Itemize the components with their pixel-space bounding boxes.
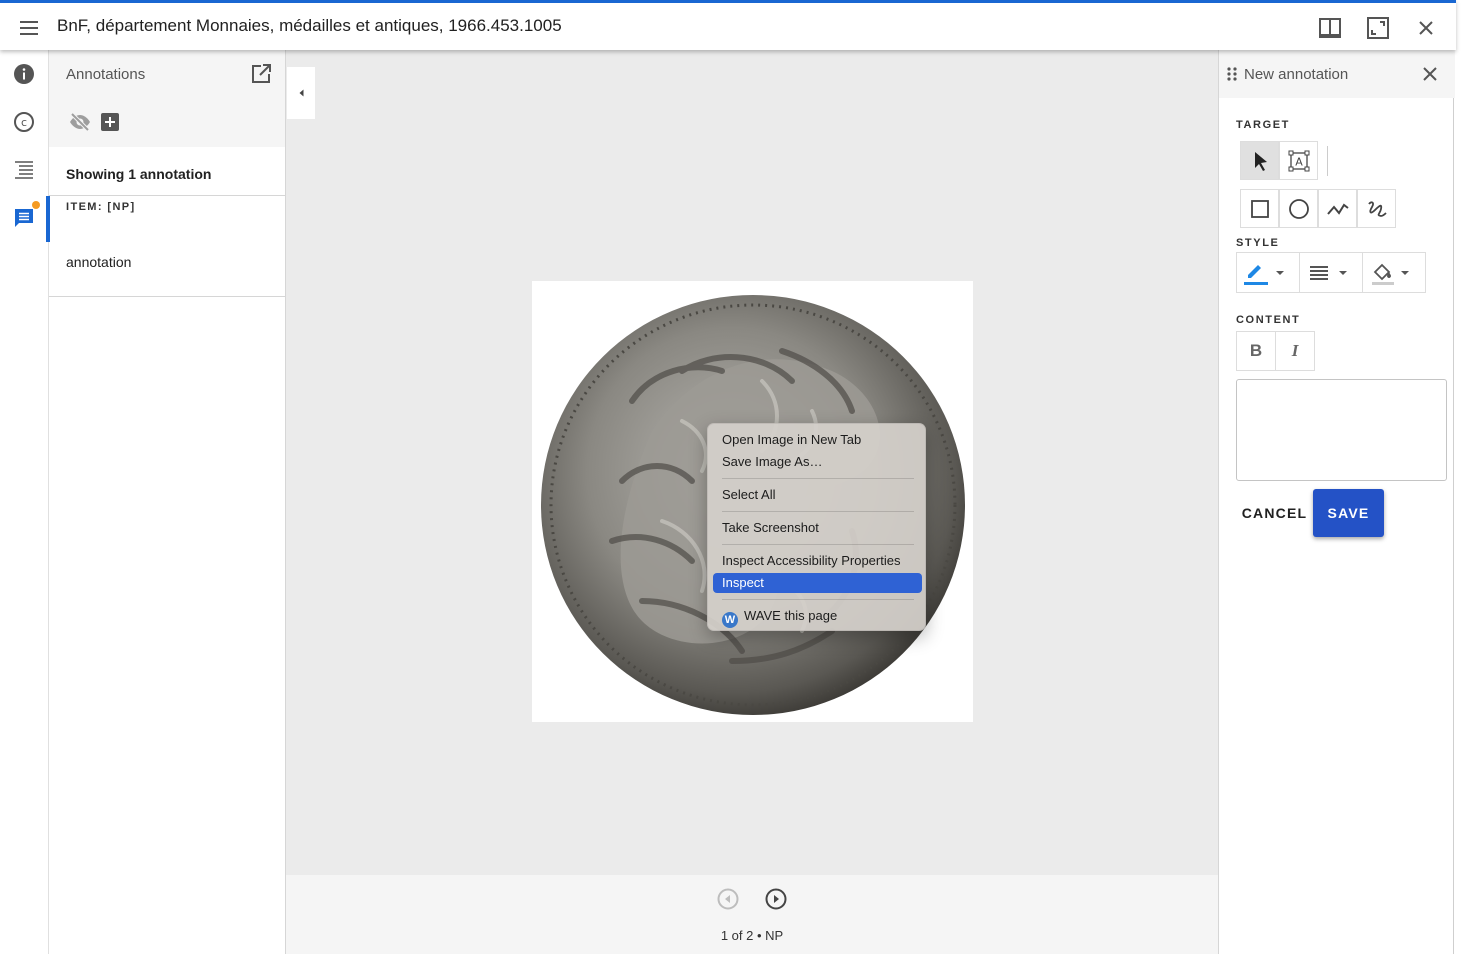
viewer-footer: 1 of 2 • NP bbox=[286, 875, 1218, 954]
new-annotation-header: New annotation bbox=[1219, 50, 1455, 98]
menu-item-open-image[interactable]: Open Image in New Tab bbox=[713, 430, 922, 450]
annotation-text: annotation bbox=[66, 254, 132, 270]
format-toolbar: B I bbox=[1236, 331, 1315, 371]
rectangle-tool-button[interactable] bbox=[1240, 189, 1279, 228]
menu-item-inspect-accessibility[interactable]: Inspect Accessibility Properties bbox=[713, 551, 922, 571]
select-tool-button[interactable] bbox=[1240, 141, 1279, 180]
svg-text:A: A bbox=[1295, 156, 1303, 169]
window-title: BnF, département Monnaies, médailles et … bbox=[57, 16, 562, 35]
wave-icon: W bbox=[722, 612, 738, 628]
divider bbox=[49, 296, 285, 297]
menu-item-save-image[interactable]: Save Image As… bbox=[713, 452, 922, 472]
drag-handle-icon[interactable] bbox=[1227, 67, 1237, 81]
next-page-icon[interactable] bbox=[764, 887, 788, 911]
list-item[interactable]: ITEM: [NP] annotation bbox=[47, 196, 285, 296]
new-annotation-panel: New annotation TARGET A STYLE CONTENT B … bbox=[1218, 50, 1455, 954]
info-icon[interactable] bbox=[12, 62, 36, 86]
rectangle-icon bbox=[1251, 200, 1269, 218]
add-annotation-icon[interactable] bbox=[101, 113, 119, 131]
previous-page-icon[interactable] bbox=[716, 887, 740, 911]
context-menu: Open Image in New Tab Save Image As… Sel… bbox=[707, 423, 926, 631]
visibility-off-icon[interactable] bbox=[68, 110, 92, 134]
menu-item-wave[interactable]: W WAVE this page bbox=[713, 606, 922, 628]
divider bbox=[1327, 146, 1328, 176]
menu-separator bbox=[722, 544, 914, 545]
new-annotation-title: New annotation bbox=[1244, 66, 1349, 83]
circle-icon bbox=[1289, 199, 1309, 219]
line-weight-button[interactable] bbox=[1300, 253, 1363, 292]
line-weight-icon bbox=[1310, 266, 1347, 280]
collapse-panel-button[interactable] bbox=[287, 67, 315, 119]
fullscreen-icon[interactable] bbox=[1364, 14, 1392, 42]
style-label: STYLE bbox=[1236, 237, 1280, 249]
target-label: TARGET bbox=[1236, 119, 1291, 131]
polyline-tool-button[interactable] bbox=[1318, 189, 1357, 228]
menu-separator bbox=[722, 511, 914, 512]
notification-badge bbox=[32, 201, 40, 209]
annotation-count: Showing 1 annotation bbox=[66, 166, 212, 182]
content-label: CONTENT bbox=[1236, 314, 1301, 326]
pen-icon bbox=[1244, 265, 1284, 285]
paint-bucket-icon bbox=[1372, 263, 1409, 285]
selected-indicator bbox=[47, 196, 50, 242]
cursor-icon bbox=[1255, 152, 1267, 171]
book-view-icon[interactable] bbox=[1316, 14, 1344, 42]
fill-color-button[interactable] bbox=[1363, 253, 1425, 292]
style-toolbar bbox=[1236, 252, 1426, 293]
annotation-content-input[interactable] bbox=[1236, 379, 1447, 481]
freehand-icon bbox=[1368, 201, 1387, 217]
index-icon[interactable] bbox=[12, 158, 36, 182]
annotations-panel: Annotations Showing 1 annotation ITEM: [… bbox=[47, 50, 286, 954]
close-icon[interactable] bbox=[1420, 64, 1440, 84]
menu-separator bbox=[722, 478, 914, 479]
annotations-icon[interactable] bbox=[12, 206, 36, 230]
svg-text:c: c bbox=[21, 116, 27, 129]
freehand-tool-button[interactable] bbox=[1357, 189, 1396, 228]
stroke-color-button[interactable] bbox=[1237, 253, 1300, 292]
ellipse-tool-button[interactable] bbox=[1279, 189, 1318, 228]
copyright-icon[interactable]: c bbox=[12, 110, 36, 134]
hamburger-icon[interactable] bbox=[17, 16, 41, 40]
open-in-new-icon[interactable] bbox=[250, 63, 272, 85]
menu-item-inspect[interactable]: Inspect bbox=[713, 573, 922, 593]
left-rail: c bbox=[0, 50, 49, 954]
text-box-icon: A bbox=[1288, 150, 1310, 172]
cancel-button[interactable]: CANCEL bbox=[1236, 500, 1313, 526]
menu-item-select-all[interactable]: Select All bbox=[713, 485, 922, 505]
text-target-button[interactable]: A bbox=[1279, 141, 1318, 180]
item-label: ITEM: [NP] bbox=[66, 201, 136, 213]
menu-item-wave-label: WAVE this page bbox=[744, 608, 838, 623]
menu-separator bbox=[722, 599, 914, 600]
annotations-header: Annotations bbox=[49, 50, 285, 147]
top-bar: BnF, département Monnaies, médailles et … bbox=[0, 0, 1456, 50]
italic-icon[interactable]: I bbox=[1276, 332, 1314, 370]
close-icon[interactable] bbox=[1412, 14, 1440, 42]
page-indicator: 1 of 2 • NP bbox=[720, 928, 784, 943]
save-button[interactable]: SAVE bbox=[1313, 489, 1384, 537]
menu-item-take-screenshot[interactable]: Take Screenshot bbox=[713, 518, 922, 538]
annotations-title: Annotations bbox=[66, 66, 146, 83]
polyline-icon bbox=[1327, 203, 1349, 215]
bold-icon[interactable]: B bbox=[1237, 332, 1276, 370]
